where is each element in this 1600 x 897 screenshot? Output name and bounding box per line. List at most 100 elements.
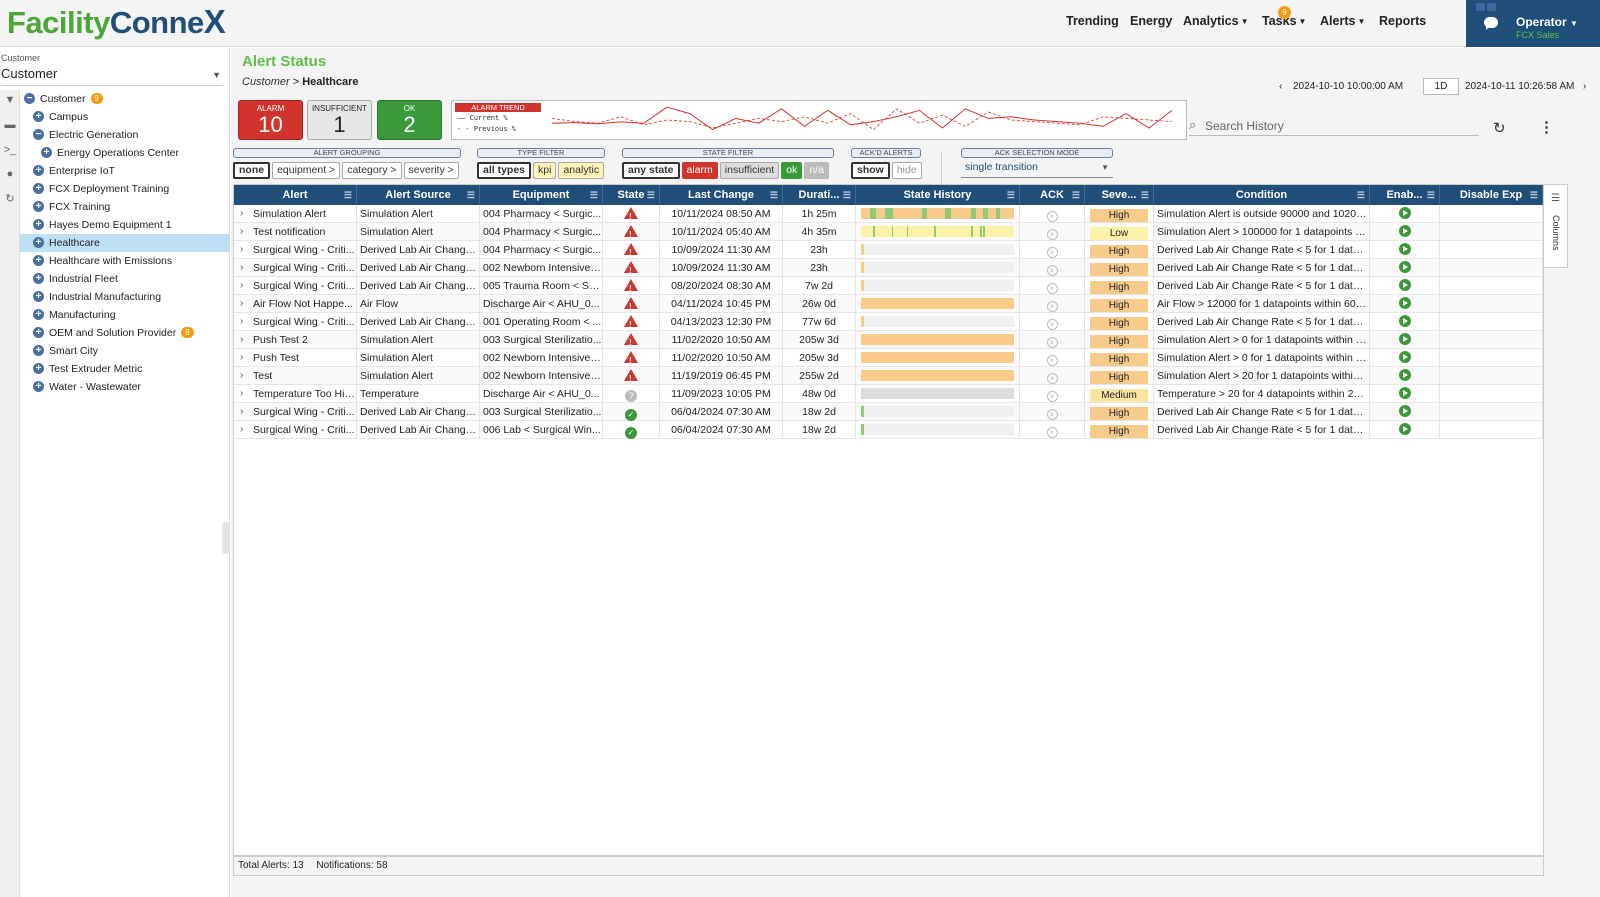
table-row[interactable]: › Surgical Wing - Criti... Derived Lab Air…	[234, 313, 1543, 331]
list-icon[interactable]: ▬	[3, 119, 17, 131]
acknowledge-icon[interactable]: ×	[1046, 229, 1058, 240]
collapse-icon[interactable]: −	[33, 129, 44, 140]
enabled-play-icon[interactable]	[1398, 351, 1411, 363]
ackd-filter-option[interactable]: hide	[891, 162, 922, 179]
enabled-play-icon[interactable]	[1398, 225, 1411, 237]
column-menu-icon[interactable]: ☰	[647, 185, 655, 205]
date-end[interactable]: 2024-10-11 10:26:58 AM	[1465, 81, 1574, 92]
state-filter-option[interactable]: alarm	[681, 162, 718, 179]
grouping-filter-option[interactable]: equipment >	[272, 162, 341, 179]
state-filter-option[interactable]: any state	[622, 162, 680, 179]
chevron-right-icon[interactable]: ›	[240, 421, 243, 439]
column-header[interactable]: Durati... ☰	[783, 185, 856, 205]
chevron-right-icon[interactable]: ›	[240, 205, 243, 223]
chevron-right-icon[interactable]: ›	[240, 313, 243, 331]
enabled-play-icon[interactable]	[1398, 297, 1411, 309]
table-row[interactable]: › Surgical Wing - Criti... Derived Lab Air…	[234, 241, 1543, 259]
chevron-left-icon[interactable]: ‹	[1279, 81, 1282, 92]
column-menu-icon[interactable]: ☰	[1072, 185, 1080, 205]
column-header[interactable]: State History ☰	[856, 185, 1020, 205]
range-button[interactable]: 1D	[1423, 78, 1459, 95]
expand-icon[interactable]: +	[33, 165, 44, 176]
table-row[interactable]: › Air Flow Not Happe... Air Flow Discharge …	[234, 295, 1543, 313]
filter-icon[interactable]: ▼	[3, 94, 17, 106]
expand-icon[interactable]: +	[33, 111, 44, 122]
table-row[interactable]: › Surgical Wing - Criti... Derived Lab Air…	[234, 421, 1543, 439]
column-menu-icon[interactable]: ☰	[1007, 185, 1015, 205]
expand-icon[interactable]: +	[33, 273, 44, 284]
nav-trending[interactable]: Trending	[1066, 14, 1119, 28]
acknowledge-icon[interactable]: ×	[1046, 319, 1058, 330]
settings-icon[interactable]: ●	[3, 168, 17, 180]
column-menu-icon[interactable]: ☰	[467, 185, 475, 205]
tree-node[interactable]: + Manufacturing	[20, 306, 230, 324]
state-filter-option[interactable]: ok	[781, 162, 803, 179]
enabled-play-icon[interactable]	[1398, 207, 1411, 219]
facilityconnex-logo[interactable]: FacilityConneX	[7, 3, 226, 41]
acknowledge-icon[interactable]: ×	[1046, 283, 1058, 294]
ackd-filter-option[interactable]: show	[851, 162, 890, 179]
state-filter-option[interactable]: insufficient	[719, 162, 780, 179]
enabled-play-icon[interactable]	[1398, 315, 1411, 327]
expand-icon[interactable]: +	[33, 363, 44, 374]
expand-icon[interactable]: +	[33, 381, 44, 392]
table-row[interactable]: › Simulation Alert Simulation Alert 004 Pha…	[234, 205, 1543, 223]
column-menu-icon[interactable]: ☰	[1530, 185, 1538, 205]
acknowledge-icon[interactable]: ×	[1046, 391, 1058, 402]
enabled-play-icon[interactable]	[1398, 369, 1411, 381]
grouping-filter-option[interactable]: category >	[342, 162, 402, 179]
ok-summary[interactable]: OK 2	[377, 100, 442, 140]
type-filter-option[interactable]: all types	[477, 162, 532, 179]
column-header[interactable]: ACK ☰	[1020, 185, 1085, 205]
column-header[interactable]: Last Change ☰	[660, 185, 783, 205]
expand-icon[interactable]: +	[33, 327, 44, 338]
column-menu-icon[interactable]: ☰	[1141, 185, 1149, 205]
chat-icon[interactable]	[1484, 17, 1498, 30]
acknowledge-icon[interactable]: ×	[1046, 337, 1058, 348]
chevron-right-icon[interactable]: ›	[240, 367, 243, 385]
tree-node[interactable]: + FCX Training	[20, 198, 230, 216]
tree-node[interactable]: + Industrial Fleet	[20, 270, 230, 288]
acknowledge-icon[interactable]: ×	[1046, 211, 1058, 222]
column-header[interactable]: Enab... ☰	[1370, 185, 1440, 205]
tree-node[interactable]: + FCX Deployment Training	[20, 180, 230, 198]
user-menu[interactable]: Operator ▼ FCX Sales	[1466, 0, 1600, 47]
column-menu-icon[interactable]: ☰	[590, 185, 598, 205]
chevron-right-icon[interactable]: ›	[240, 349, 243, 367]
tree-node[interactable]: + Healthcare with Emissions	[20, 252, 230, 270]
expand-icon[interactable]: +	[33, 219, 44, 230]
chevron-right-icon[interactable]: ›	[240, 295, 243, 313]
chevron-right-icon[interactable]: ›	[240, 331, 243, 349]
expand-icon[interactable]: +	[33, 237, 44, 248]
column-header[interactable]: Equipment ☰	[480, 185, 603, 205]
expand-icon[interactable]: +	[33, 255, 44, 266]
nav-energy[interactable]: Energy	[1130, 14, 1172, 28]
column-header[interactable]: Disable Exp ☰	[1440, 185, 1543, 205]
chevron-right-icon[interactable]: ›	[240, 259, 243, 277]
tree-node[interactable]: + OEM and Solution Provider 9	[20, 324, 230, 342]
column-header[interactable]: State ☰	[603, 185, 660, 205]
nav-analytics[interactable]: Analytics ▼	[1183, 14, 1249, 28]
chevron-right-icon[interactable]: ›	[240, 385, 243, 403]
enabled-play-icon[interactable]	[1398, 243, 1411, 255]
column-header[interactable]: Alert Source ☰	[357, 185, 480, 205]
chevron-right-icon[interactable]: ›	[240, 241, 243, 259]
acknowledge-icon[interactable]: ×	[1046, 427, 1058, 438]
column-menu-icon[interactable]: ☰	[1427, 185, 1435, 205]
enabled-play-icon[interactable]	[1398, 387, 1411, 399]
alarm-summary[interactable]: ALARM 10	[238, 100, 303, 140]
type-filter-option[interactable]: kpi	[533, 162, 557, 179]
tree-node[interactable]: + Test Extruder Metric	[20, 360, 230, 378]
column-header[interactable]: Alert ☰	[234, 185, 357, 205]
chevron-right-icon[interactable]: ›	[240, 277, 243, 295]
tree-node[interactable]: + Industrial Manufacturing	[20, 288, 230, 306]
table-row[interactable]: › Surgical Wing - Criti... Derived Lab Air…	[234, 259, 1543, 277]
enabled-play-icon[interactable]	[1398, 405, 1411, 417]
sidebar-resize-handle[interactable]	[222, 522, 230, 554]
expand-icon[interactable]: +	[33, 201, 44, 212]
expand-icon[interactable]: +	[33, 291, 44, 302]
type-filter-option[interactable]: analytic	[558, 162, 605, 179]
nav-reports[interactable]: Reports	[1379, 14, 1426, 28]
acknowledge-icon[interactable]: ×	[1046, 301, 1058, 312]
table-row[interactable]: › Surgical Wing - Criti... Derived Lab Air…	[234, 277, 1543, 295]
